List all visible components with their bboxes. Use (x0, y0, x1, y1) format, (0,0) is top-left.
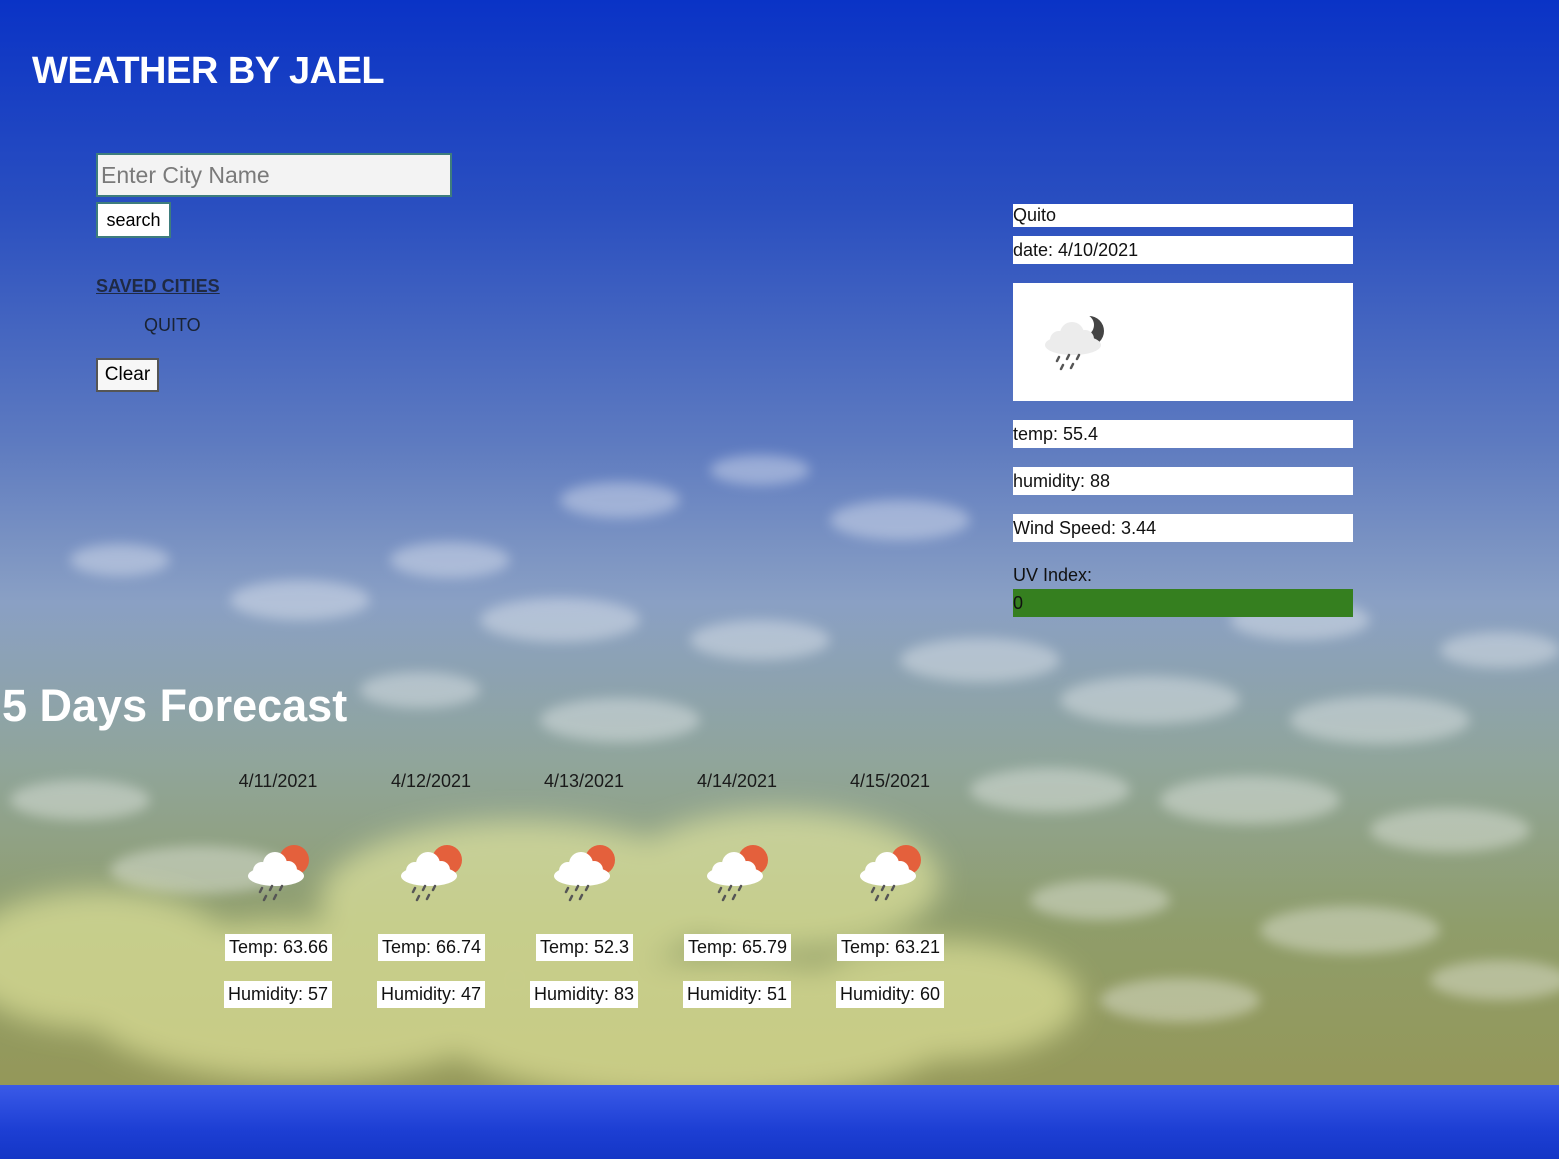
rain-cloud-night-icon (1045, 314, 1104, 371)
forecast-humidity: Humidity: 57 (224, 981, 333, 1008)
uv-index-value: 0 (1013, 589, 1353, 617)
current-date: date: 4/10/2021 (1013, 236, 1353, 264)
current-temp: temp: 55.4 (1013, 420, 1353, 448)
rain-cloud-sun-icon (701, 838, 777, 908)
rain-cloud-sun-icon (548, 838, 624, 908)
forecast-temp: Temp: 66.74 (378, 934, 486, 961)
forecast-humidity: Humidity: 83 (530, 981, 639, 1008)
forecast-humidity: Humidity: 47 (377, 981, 486, 1008)
footer-band (0, 1085, 1559, 1159)
uv-index-label: UV Index: (1013, 565, 1093, 585)
forecast-humidity: Humidity: 51 (683, 981, 792, 1008)
forecast-humidity: Humidity: 60 (836, 981, 945, 1008)
rain-cloud-sun-icon (242, 838, 318, 908)
current-humidity: humidity: 88 (1013, 467, 1353, 495)
city-search-input[interactable] (96, 153, 452, 197)
forecast-temp: Temp: 65.79 (684, 934, 792, 961)
saved-city-item[interactable]: QUITO (144, 315, 201, 336)
forecast-date: 4/14/2021 (696, 771, 778, 791)
current-icon-box (1013, 283, 1353, 401)
current-city-name: Quito (1013, 204, 1353, 227)
forecast-temp: Temp: 63.66 (225, 934, 333, 961)
forecast-heading: 5 Days Forecast (2, 680, 348, 731)
saved-cities-heading: SAVED CITIES (96, 276, 220, 296)
forecast-date: 4/13/2021 (543, 771, 625, 791)
search-button[interactable]: search (96, 202, 171, 238)
forecast-date: 4/12/2021 (390, 771, 472, 791)
forecast-temp: Temp: 52.3 (536, 934, 634, 961)
rain-cloud-sun-icon (854, 838, 930, 908)
forecast-date: 4/11/2021 (238, 771, 318, 791)
app-title: WEATHER BY JAEL (32, 50, 385, 92)
forecast-temp: Temp: 63.21 (837, 934, 945, 961)
current-wind-speed: Wind Speed: 3.44 (1013, 514, 1353, 542)
rain-cloud-sun-icon (395, 838, 471, 908)
forecast-date: 4/15/2021 (849, 771, 931, 791)
clear-button[interactable]: Clear (96, 358, 159, 392)
